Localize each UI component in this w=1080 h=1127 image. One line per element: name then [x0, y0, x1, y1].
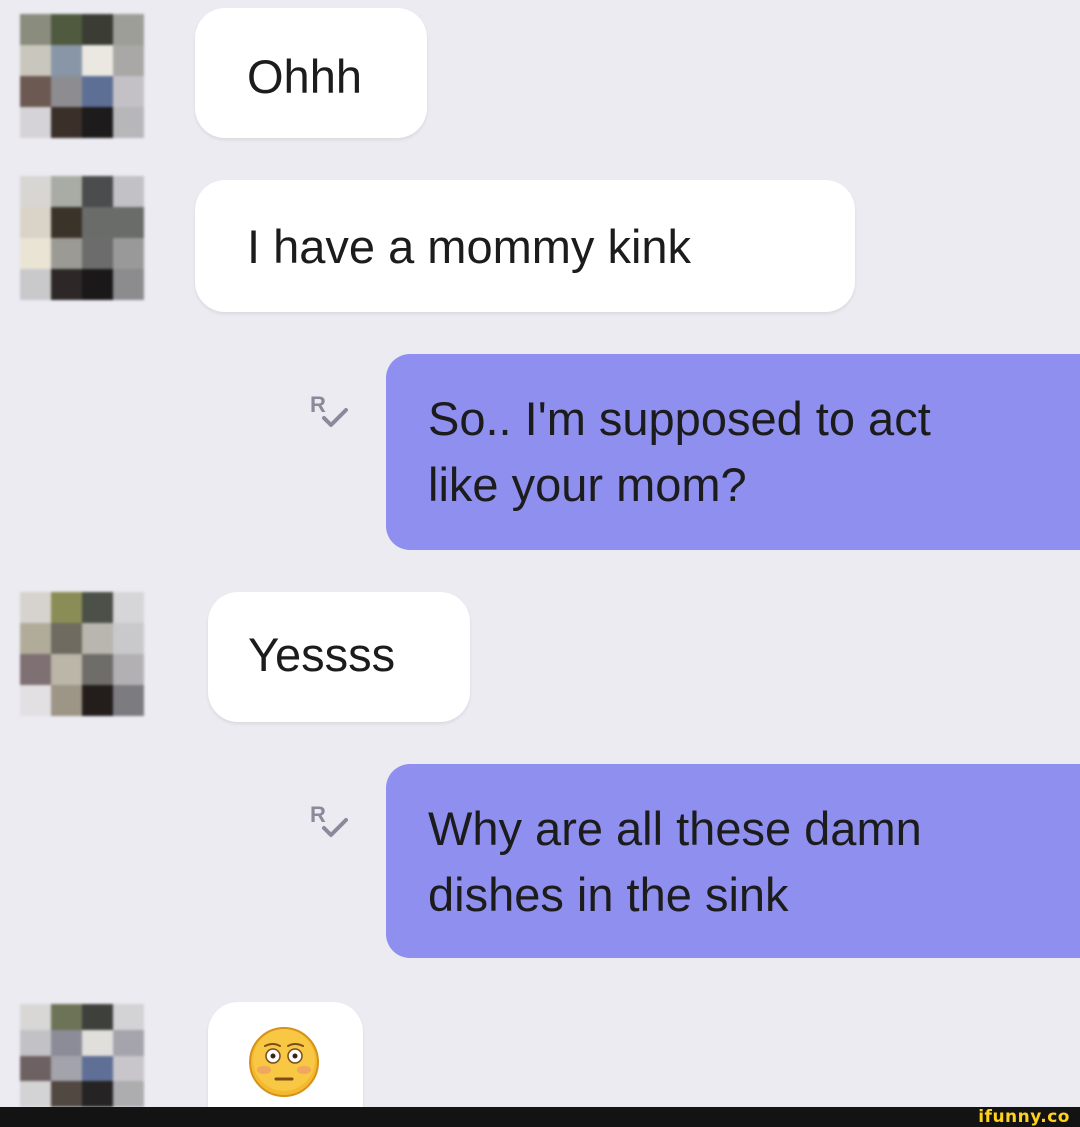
incoming-message[interactable]: Ohhh — [195, 8, 427, 138]
svg-text:R: R — [310, 392, 326, 417]
message-line: like your mom? — [428, 458, 747, 511]
outgoing-message[interactable]: So.. I'm supposed to act like your mom? — [386, 354, 1080, 550]
read-receipt-icon: R — [310, 392, 348, 427]
message-text: Ohhh — [247, 50, 362, 103]
message-line: Why are all these damn — [428, 802, 922, 855]
message-line: dishes in the sink — [428, 868, 789, 921]
avatar-pixelated — [20, 176, 144, 300]
outgoing-message[interactable]: Why are all these damn dishes in the sin… — [386, 764, 1080, 958]
read-receipt-icon: R — [310, 802, 348, 837]
watermark-logo: ifunny.co — [978, 1107, 1070, 1127]
avatar-pixelated — [20, 14, 144, 138]
avatar-pixelated — [20, 592, 144, 716]
flushed-face-emoji-icon — [249, 1027, 319, 1097]
svg-text:R: R — [310, 802, 326, 827]
message-text: I have a mommy kink — [247, 220, 692, 273]
avatar-pixelated — [20, 1004, 144, 1107]
incoming-message[interactable]: I have a mommy kink — [195, 180, 855, 312]
watermark-bar: ifunny.co — [0, 1107, 1080, 1127]
message-line: So.. I'm supposed to act — [428, 392, 931, 445]
incoming-message[interactable]: Yessss — [208, 592, 470, 722]
message-text: Yessss — [248, 628, 396, 681]
